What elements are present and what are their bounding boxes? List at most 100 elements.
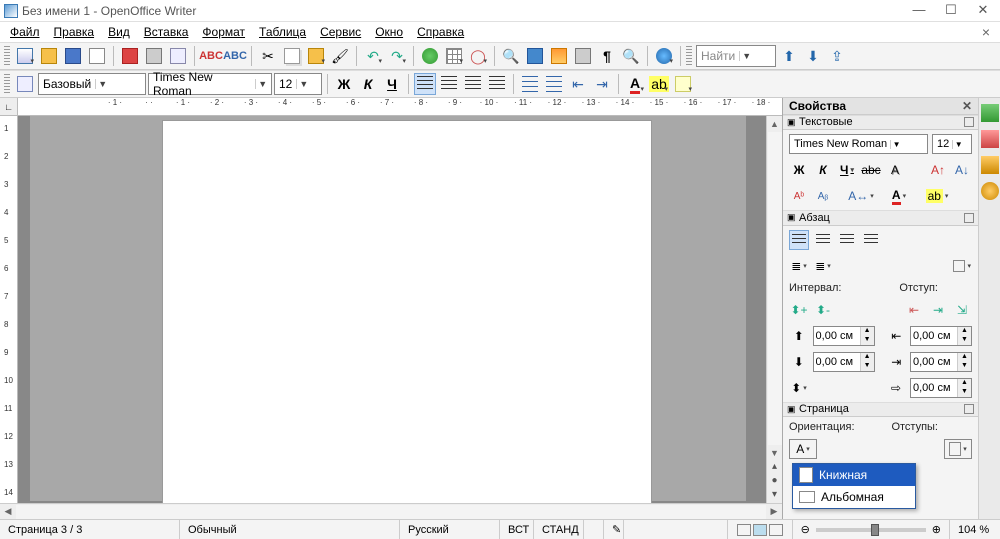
print-preview-button[interactable]: [167, 45, 189, 67]
open-button[interactable]: [38, 45, 60, 67]
menu-tools[interactable]: Сервис: [314, 23, 367, 41]
vertical-ruler[interactable]: 123456789101112131415: [0, 116, 18, 503]
status-language[interactable]: Русский: [400, 520, 500, 539]
find-all-button[interactable]: ⇪: [826, 45, 848, 67]
find-prev-button[interactable]: ⬆: [778, 45, 800, 67]
find-next-button[interactable]: ⬇: [802, 45, 824, 67]
align-left-button[interactable]: [414, 73, 436, 95]
menu-table[interactable]: Таблица: [253, 23, 312, 41]
underline-button[interactable]: Ч: [381, 73, 403, 95]
para-style-combo[interactable]: Базовый▼: [38, 73, 146, 95]
menu-edit[interactable]: Правка: [48, 23, 101, 41]
sb-align-justify[interactable]: [861, 230, 881, 250]
background-color-button[interactable]: [672, 73, 694, 95]
font-name-combo[interactable]: Times New Roman▼: [148, 73, 272, 95]
align-justify-button[interactable]: [486, 73, 508, 95]
sidebar-tab-properties[interactable]: [981, 104, 999, 122]
draw-button[interactable]: ◯: [467, 45, 489, 67]
table-button[interactable]: [443, 45, 465, 67]
maximize-button[interactable]: ☐: [944, 4, 958, 18]
align-center-button[interactable]: [438, 73, 460, 95]
autospell-button[interactable]: ABC: [224, 45, 246, 67]
sb-orientation-button[interactable]: A: [789, 439, 817, 459]
sb-margins-button[interactable]: [944, 439, 972, 459]
sb-highlight-button[interactable]: ab: [927, 186, 947, 206]
sb-dec-indent[interactable]: ⇤: [904, 300, 924, 320]
zoom-out-icon[interactable]: ⊖: [801, 523, 810, 536]
status-style[interactable]: Обычный: [180, 520, 400, 539]
font-size-combo[interactable]: 12▼: [274, 73, 322, 95]
status-signature[interactable]: ✎: [604, 520, 624, 539]
cut-button[interactable]: ✂: [257, 45, 279, 67]
sidebar-tab-styles[interactable]: [981, 130, 999, 148]
paste-button[interactable]: [305, 45, 327, 67]
zoom-button[interactable]: 🔍: [620, 45, 642, 67]
sb-font-size-combo[interactable]: 12▼: [932, 134, 972, 154]
sb-shrink-font-button[interactable]: A↓: [952, 160, 972, 180]
section-para-header[interactable]: ▣Абзац: [783, 210, 978, 225]
sb-font-color-button[interactable]: A: [889, 186, 909, 206]
sb-spacing-below[interactable]: ▲▼: [813, 352, 875, 372]
sb-indent-right[interactable]: ▲▼: [910, 352, 972, 372]
bullet-list-button[interactable]: [543, 73, 565, 95]
styles-button[interactable]: [14, 73, 36, 95]
toolbar-grip[interactable]: [4, 46, 10, 66]
nav-target[interactable]: ●: [771, 475, 777, 489]
italic-button[interactable]: К: [357, 73, 379, 95]
menu-window[interactable]: Окно: [369, 23, 409, 41]
data-sources-button[interactable]: [572, 45, 594, 67]
print-button[interactable]: [143, 45, 165, 67]
sb-indent-left[interactable]: ▲▼: [910, 326, 972, 346]
section-page-header[interactable]: ▣Страница: [783, 402, 978, 417]
sb-strike-button[interactable]: abc: [861, 160, 881, 180]
redo-button[interactable]: ↷: [386, 45, 408, 67]
menu-help[interactable]: Справка: [411, 23, 470, 41]
numbered-list-button[interactable]: [519, 73, 541, 95]
sb-bold-button[interactable]: Ж: [789, 160, 809, 180]
find-combo[interactable]: Найти ▼: [696, 45, 776, 67]
sidebar-close-icon[interactable]: ✕: [962, 99, 972, 113]
sidebar-tab-gallery[interactable]: [981, 156, 999, 174]
document-canvas[interactable]: [18, 116, 766, 503]
sb-align-center[interactable]: [813, 230, 833, 250]
status-insert-mode[interactable]: ВСТ: [500, 520, 534, 539]
save-button[interactable]: [62, 45, 84, 67]
close-button[interactable]: ✕: [976, 4, 990, 18]
sb-align-left[interactable]: [789, 230, 809, 250]
sb-grow-font-button[interactable]: A↑: [928, 160, 948, 180]
status-selection-mode[interactable]: СТАНД: [534, 520, 584, 539]
status-zoom-value[interactable]: 104 %: [950, 520, 1000, 539]
highlight-button[interactable]: ab: [648, 73, 670, 95]
email-button[interactable]: [86, 45, 108, 67]
sb-italic-button[interactable]: К: [813, 160, 833, 180]
section-text-header[interactable]: ▣Текстовые: [783, 115, 978, 130]
decrease-indent-button[interactable]: ⇤: [567, 73, 589, 95]
font-color-button[interactable]: A: [624, 73, 646, 95]
toolbar-grip-2[interactable]: [686, 46, 692, 66]
sb-underline-button[interactable]: Ч: [837, 160, 857, 180]
sb-align-right[interactable]: [837, 230, 857, 250]
page[interactable]: [162, 120, 652, 503]
horizontal-ruler[interactable]: · 1 ·· ·· 1 ·· 2 ·· 3 ·· 4 ·· 5 ·· 6 ·· …: [18, 98, 782, 115]
status-zoom-slider[interactable]: ⊖ ⊕: [793, 520, 950, 539]
sb-numbering-button[interactable]: ≣: [813, 256, 833, 276]
vertical-scrollbar[interactable]: ▲ ▼ ▴ ● ▾: [766, 116, 782, 503]
increase-indent-button[interactable]: ⇥: [591, 73, 613, 95]
orientation-portrait[interactable]: Книжная: [793, 464, 915, 486]
sb-shadow-button[interactable]: A: [885, 160, 905, 180]
section-more-icon-2[interactable]: [964, 213, 974, 223]
status-page[interactable]: Страница 3 / 3: [0, 520, 180, 539]
sb-line-spacing[interactable]: ⬍: [789, 378, 809, 398]
sb-inc-indent[interactable]: ⇥: [928, 300, 948, 320]
sb-spacing-above[interactable]: ▲▼: [813, 326, 875, 346]
sb-hanging-indent[interactable]: ⇲: [952, 300, 972, 320]
spellcheck-button[interactable]: ABC: [200, 45, 222, 67]
hyperlink-button[interactable]: [419, 45, 441, 67]
sb-para-bg-button[interactable]: [952, 256, 972, 276]
next-page-nav[interactable]: ▾: [772, 489, 777, 503]
sb-indent-first[interactable]: ▲▼: [910, 378, 972, 398]
sidebar-tab-navigator[interactable]: [981, 182, 999, 200]
sb-font-combo[interactable]: Times New Roman▼: [789, 134, 928, 154]
menu-insert[interactable]: Вставка: [138, 23, 195, 41]
section-more-icon-3[interactable]: [964, 404, 974, 414]
